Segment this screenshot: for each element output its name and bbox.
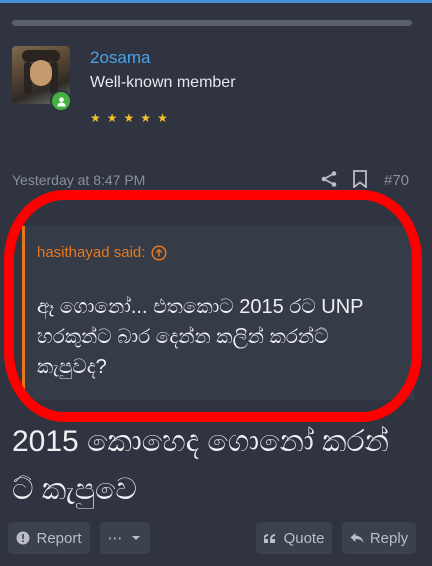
more-options-icon: ⋯: [107, 530, 123, 547]
post-date[interactable]: Yesterday at 8:47 PM: [12, 172, 145, 188]
share-icon[interactable]: [320, 170, 338, 188]
reply-label: Reply: [369, 529, 409, 547]
quote-block: hasithayad said: ඈ ගොනෝ... එතකොට 2015 රට…: [22, 226, 415, 400]
star-icon: ★: [106, 111, 118, 125]
post-message: 2015 කොහෙද ගොනෝ කරන් ට් කැපුවෙ: [12, 425, 390, 506]
divider: [12, 20, 412, 26]
quote-button[interactable]: Quote: [256, 522, 332, 554]
quote-icon: [263, 534, 275, 543]
online-status-icon: [50, 90, 72, 112]
top-accent-line: [0, 0, 432, 3]
quote-author[interactable]: hasithayad said:: [37, 244, 145, 261]
post-number-link[interactable]: #70: [384, 172, 409, 189]
arrow-up-circle-icon[interactable]: [151, 244, 167, 261]
alert-icon: [16, 531, 30, 545]
report-label: Report: [36, 529, 82, 547]
star-icon: ★: [140, 111, 152, 125]
quote-header[interactable]: hasithayad said:: [37, 244, 167, 261]
star-icon: ★: [123, 111, 135, 125]
reply-button[interactable]: Reply: [342, 522, 416, 554]
quote-text: ඈ ගොනෝ... එතකොට 2015 රට UNP හරකුන්ට බාර …: [37, 296, 364, 378]
report-button[interactable]: Report: [8, 522, 90, 554]
user-rating-stars: ★ ★ ★ ★ ★: [90, 112, 168, 124]
reply-icon: [350, 533, 364, 543]
star-icon: ★: [90, 111, 101, 125]
star-icon: ★: [157, 111, 168, 125]
username-link[interactable]: 2osama: [90, 48, 150, 68]
more-options-button[interactable]: ⋯: [100, 522, 150, 554]
user-title: Well-known member: [90, 74, 236, 91]
chevron-down-icon: [131, 536, 140, 540]
bookmark-icon[interactable]: [352, 170, 368, 188]
quote-label: Quote: [283, 529, 325, 547]
